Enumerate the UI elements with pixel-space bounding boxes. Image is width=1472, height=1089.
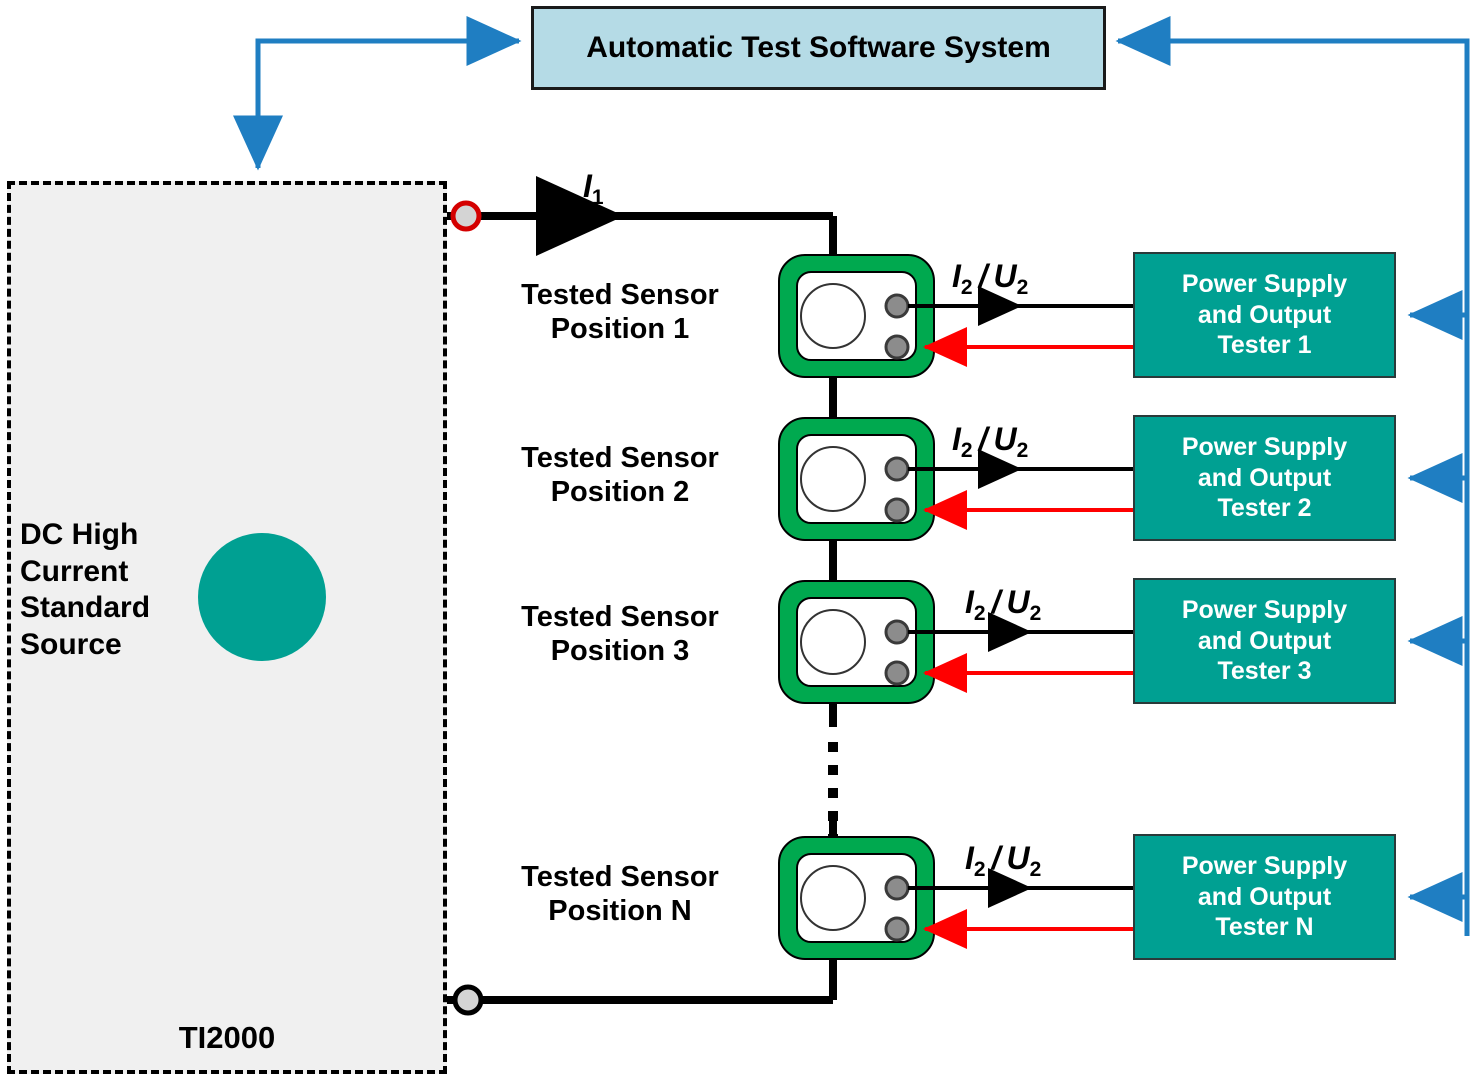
sig-sep-n: / xyxy=(991,840,1001,876)
tester-box-2[interactable]: Power Supply and Output Tester 2 xyxy=(1133,415,1396,541)
sensor-block-n[interactable] xyxy=(778,836,1133,960)
sensor-block-3[interactable] xyxy=(778,580,1133,704)
terminal-negative[interactable] xyxy=(452,984,484,1016)
sig-i-n: I xyxy=(965,840,974,876)
tester-2-line1: Power Supply xyxy=(1181,433,1348,462)
sensor-terminal-out-1 xyxy=(884,293,910,319)
sensor-label-3-line2: Position 3 xyxy=(550,635,690,668)
dc-source-label-line2: Current xyxy=(20,554,129,588)
sig-sep-3: / xyxy=(991,584,1001,620)
tester-box-n[interactable]: Power Supply and Output Tester N xyxy=(1133,834,1396,960)
dc-source-label-line4: Source xyxy=(20,627,122,661)
sig-i-sub-n: 2 xyxy=(973,858,986,881)
tester-3-line2: and Output xyxy=(1197,626,1332,655)
tester-n-line2: and Output xyxy=(1197,882,1332,911)
diagram-canvas: Automatic Test Software System DC High C… xyxy=(0,0,1472,1089)
bus-to-atss-arrow xyxy=(255,16,522,168)
sensor-terminal-in-1 xyxy=(884,334,910,360)
sensor-label-n-line1: Tested Sensor xyxy=(521,861,719,893)
dc-source-label-line3: Standard xyxy=(20,591,151,625)
secondary-signal-label-1: I2/U2 xyxy=(952,258,1028,299)
atss-title: Automatic Test Software System xyxy=(586,31,1051,64)
tester-2-line3: Tester 2 xyxy=(1217,494,1312,523)
secondary-signal-label-3: I2/U2 xyxy=(965,584,1041,625)
sig-u-sub-1: 2 xyxy=(1016,276,1029,299)
sensor-label-n-line2: Position N xyxy=(548,895,692,928)
sig-u-2: U xyxy=(993,421,1017,457)
sensor-label-1-line2: Position 1 xyxy=(550,313,690,346)
sig-sep-2: / xyxy=(978,421,988,457)
sig-u-1: U xyxy=(993,258,1017,294)
sensor-terminal-in-2 xyxy=(884,497,910,523)
sensor-terminal-in-n xyxy=(884,916,910,942)
sensor-label-3: Tested Sensor Position 3 xyxy=(470,600,770,668)
primary-current-label: I1 xyxy=(583,168,604,209)
tester-n-line3: Tester N xyxy=(1215,913,1314,942)
sig-u-3: U xyxy=(1006,584,1030,620)
sensor-label-1-line1: Tested Sensor xyxy=(521,279,719,311)
tester-3-line3: Tester 3 xyxy=(1217,657,1312,686)
terminal-positive[interactable] xyxy=(450,200,482,232)
sensor-label-3-line1: Tested Sensor xyxy=(521,601,719,633)
tester-1-line1: Power Supply xyxy=(1181,270,1348,299)
automatic-test-software-system-box[interactable]: Automatic Test Software System xyxy=(531,6,1106,90)
sig-i-2: I xyxy=(952,421,961,457)
sensor-label-n: Tested Sensor Position N xyxy=(470,860,770,928)
tester-n-line1: Power Supply xyxy=(1181,852,1348,881)
sig-u-sub-n: 2 xyxy=(1029,858,1042,881)
dc-source-label-line1: DC High xyxy=(20,518,139,551)
tester-2-line2: and Output xyxy=(1197,463,1332,492)
sig-sep-1: / xyxy=(978,258,988,294)
control-bus-left xyxy=(233,16,522,171)
primary-current-symbol: I xyxy=(583,168,592,204)
sig-i-sub-1: 2 xyxy=(960,276,973,299)
primary-current-subscript: 1 xyxy=(591,186,604,209)
sig-i-sub-3: 2 xyxy=(973,602,986,625)
tester-1-line2: and Output xyxy=(1197,300,1332,329)
sig-u-n: U xyxy=(1006,840,1030,876)
tester-3-line1: Power Supply xyxy=(1181,596,1348,625)
sensor-label-2: Tested Sensor Position 2 xyxy=(470,441,770,509)
secondary-signal-label-2: I2/U2 xyxy=(952,421,1028,462)
sensor-terminal-in-3 xyxy=(884,660,910,686)
tester-box-1[interactable]: Power Supply and Output Tester 1 xyxy=(1133,252,1396,378)
sensor-label-2-line2: Position 2 xyxy=(550,476,690,509)
sig-i-sub-2: 2 xyxy=(960,439,973,462)
ti2000-name-label: TI2000 xyxy=(178,1020,276,1055)
sensor-terminal-out-2 xyxy=(884,456,910,482)
sig-u-sub-2: 2 xyxy=(1016,439,1029,462)
sig-i-3: I xyxy=(965,584,974,620)
sig-u-sub-3: 2 xyxy=(1029,602,1042,625)
current-source-symbol xyxy=(198,533,326,661)
sensor-terminal-out-n xyxy=(884,875,910,901)
sig-i-1: I xyxy=(952,258,961,294)
tester-1-line3: Tester 1 xyxy=(1217,331,1312,360)
tester-box-3[interactable]: Power Supply and Output Tester 3 xyxy=(1133,578,1396,704)
sensor-terminal-out-3 xyxy=(884,619,910,645)
secondary-signal-label-n: I2/U2 xyxy=(965,840,1041,881)
dc-source-label: DC High Current Standard Source xyxy=(20,517,200,663)
sensor-label-2-line1: Tested Sensor xyxy=(521,442,719,474)
sensor-label-1: Tested Sensor Position 1 xyxy=(470,278,770,346)
